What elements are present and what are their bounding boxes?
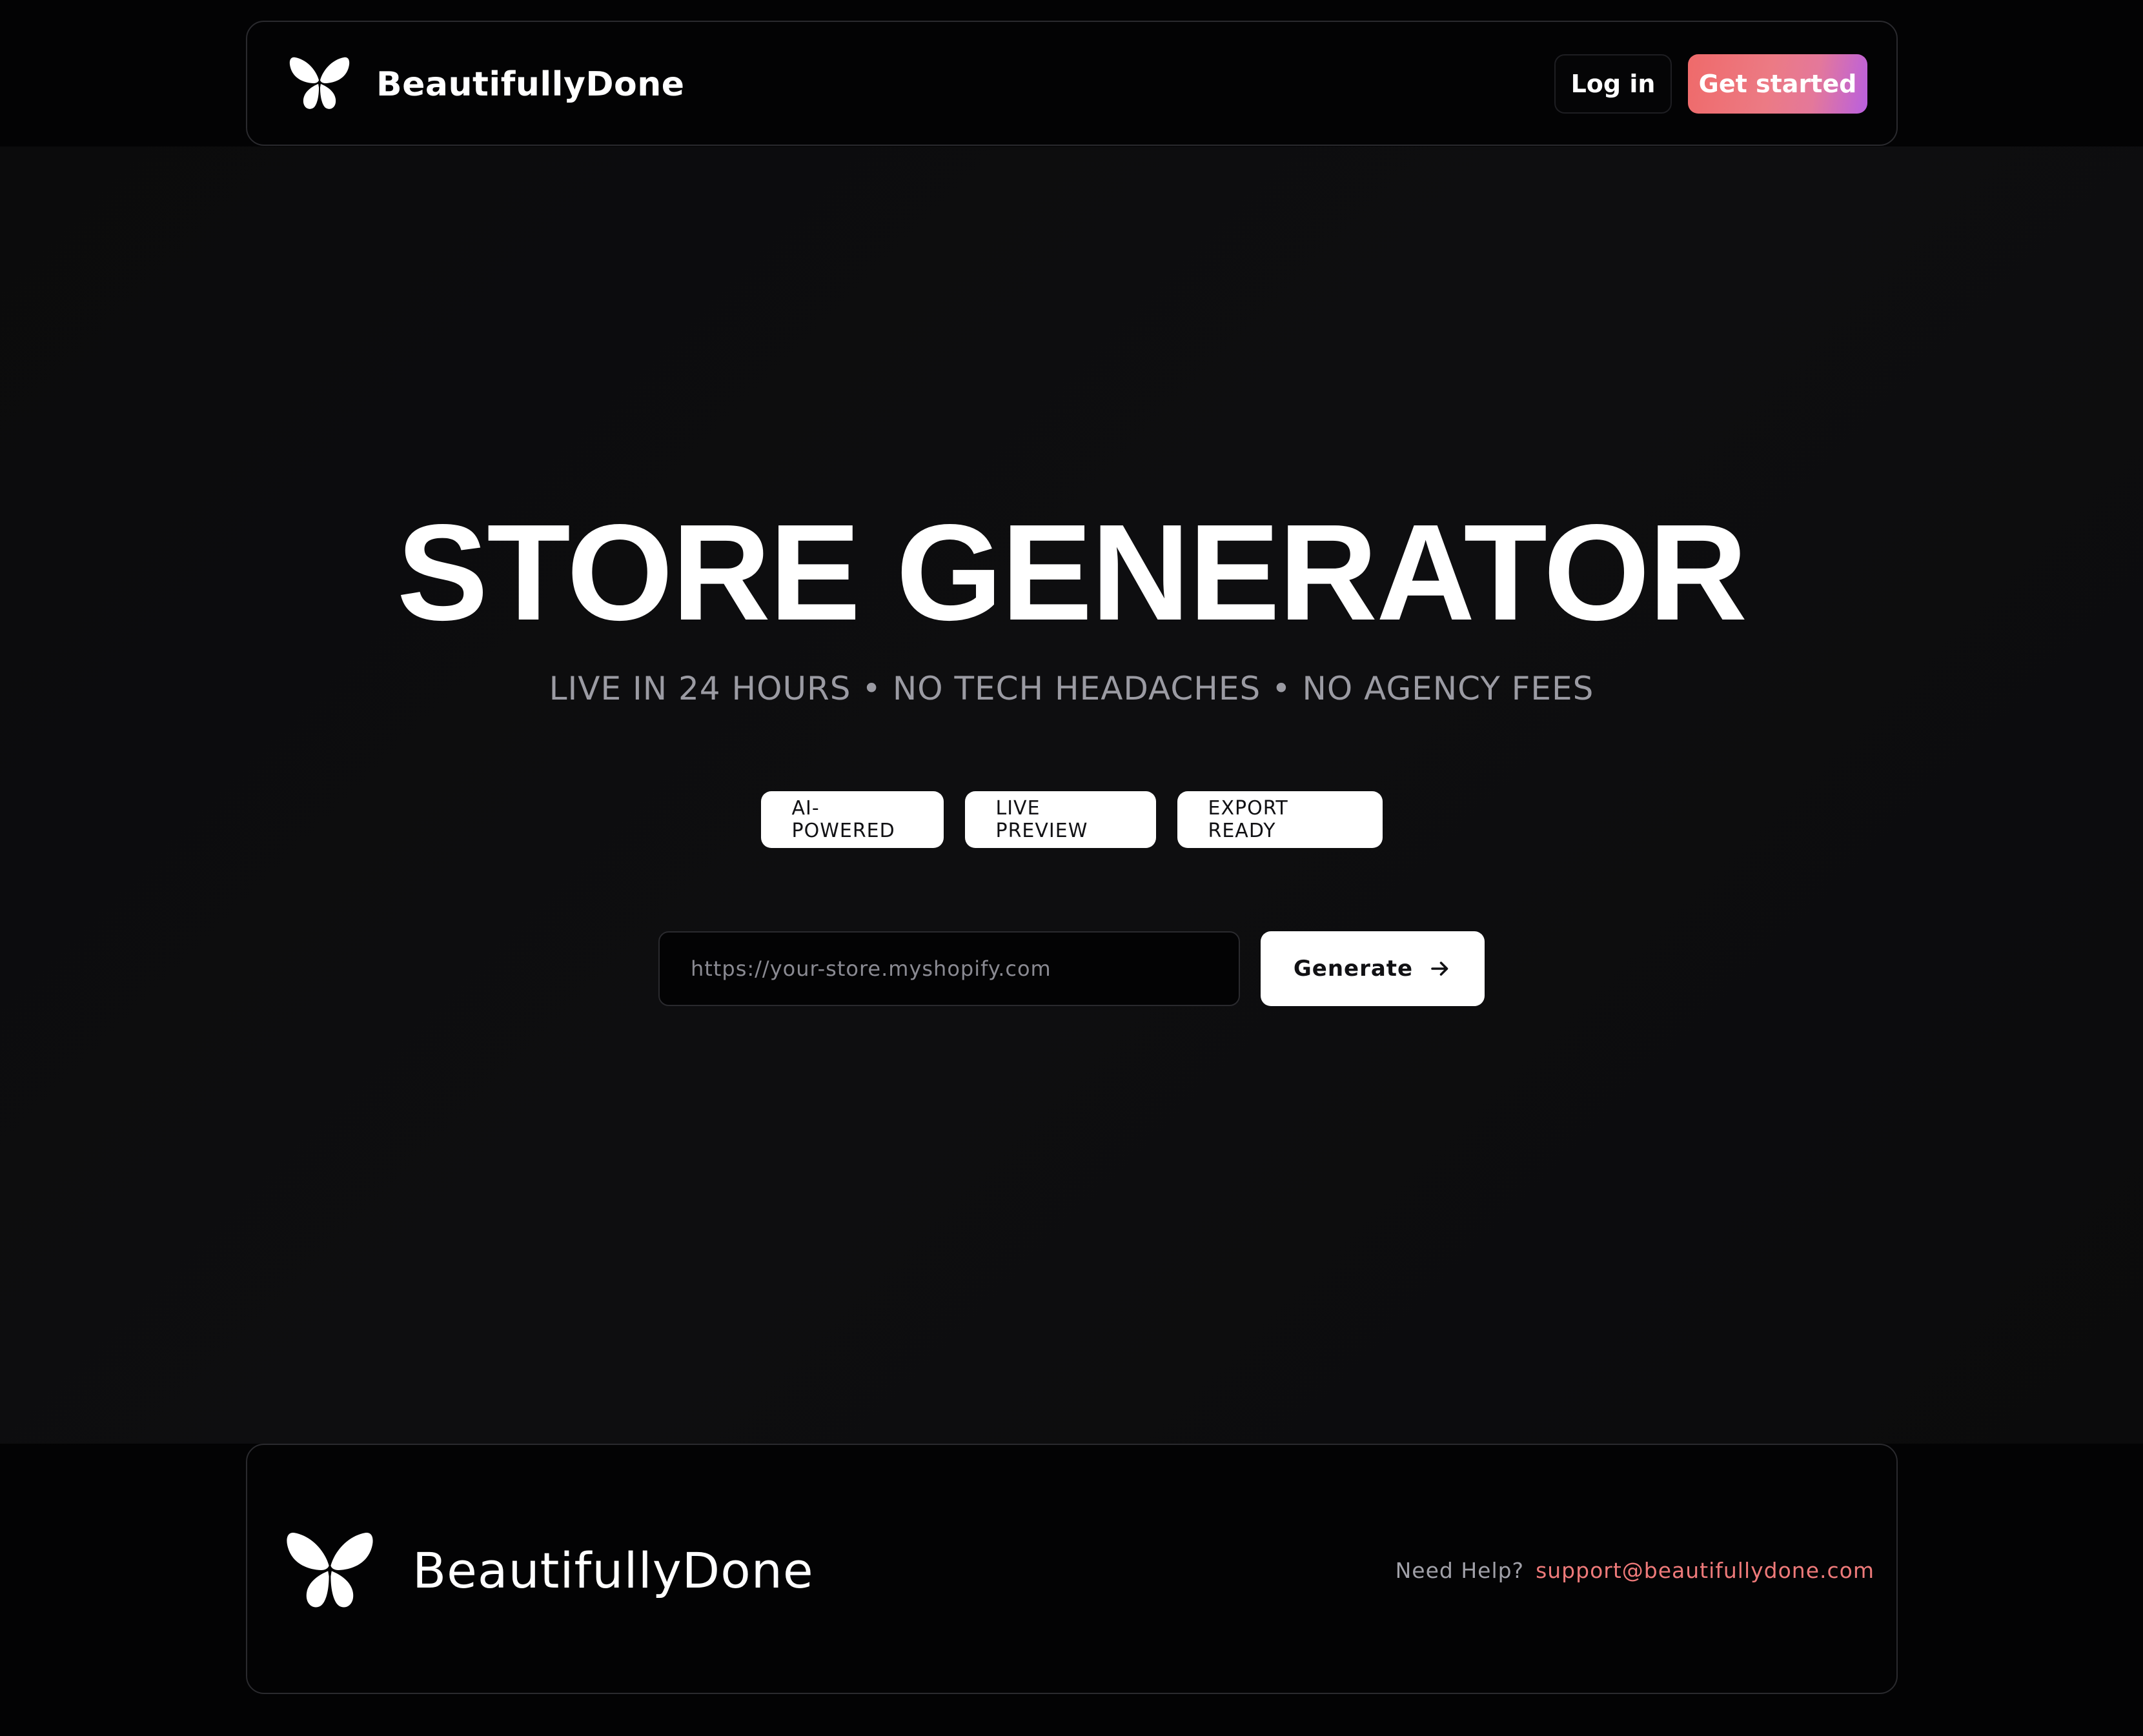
support-email-link[interactable]: support@beautifullydone.com <box>1536 1555 1874 1587</box>
pill-ai-powered: AI-POWERED <box>760 791 944 848</box>
butterfly-icon[interactable] <box>289 56 350 111</box>
login-button[interactable]: Log in <box>1554 54 1672 114</box>
store-url-input[interactable] <box>658 931 1240 1006</box>
brand-name[interactable]: BeautifullyDone <box>376 62 685 107</box>
feature-pills: AI-POWERED LIVE PREVIEW EXPORT READY <box>0 791 2143 848</box>
top-nav: BeautifullyDone Log in Get started <box>246 21 1898 146</box>
page-title: STORE GENERATOR <box>396 496 1747 649</box>
generate-button[interactable]: Generate <box>1261 931 1485 1006</box>
hero-subtitle: LIVE IN 24 HOURS • NO TECH HEADACHES • N… <box>549 670 1594 707</box>
get-started-button[interactable]: Get started <box>1688 54 1867 114</box>
hero-section: STORE GENERATOR LIVE IN 24 HOURS • NO TE… <box>0 146 2143 1444</box>
help-label: Need Help? <box>1395 1558 1525 1583</box>
footer: BeautifullyDone Need Help? support@beaut… <box>246 1444 1898 1694</box>
footer-brand-name: BeautifullyDone <box>412 1542 814 1599</box>
butterfly-icon <box>287 1533 373 1608</box>
pill-live-preview: LIVE PREVIEW <box>964 791 1156 848</box>
arrow-right-icon <box>1431 962 1448 976</box>
pill-export-ready: EXPORT READY <box>1177 791 1383 848</box>
generate-label: Generate <box>1293 956 1414 982</box>
footer-help: Need Help? support@beautifullydone.com <box>1396 1555 1874 1587</box>
